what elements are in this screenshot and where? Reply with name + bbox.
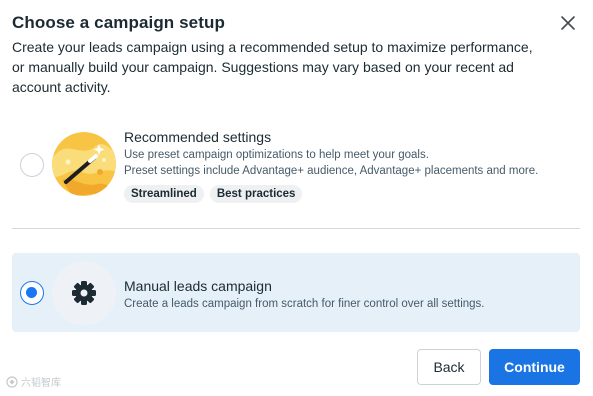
dialog-description: Create your leads campaign using a recom… <box>12 39 533 95</box>
radio-selected-dot <box>26 287 37 298</box>
watermark-logo-icon <box>6 375 18 388</box>
manual-description: Create a leads campaign from scratch for… <box>124 298 485 310</box>
back-button[interactable]: Back <box>417 349 481 385</box>
watermark: 六韬智库 <box>6 374 61 389</box>
campaign-setup-dialog: Choose a campaign setup Create your lead… <box>0 0 593 396</box>
close-icon[interactable] <box>559 14 577 32</box>
magic-wand-icon <box>52 132 116 196</box>
watermark-text: 六韬智库 <box>21 378 61 389</box>
dialog-title: Choose a campaign setup <box>12 13 225 32</box>
recommended-description: Use preset campaign optimizations to hel… <box>124 147 580 179</box>
continue-button[interactable]: Continue <box>489 349 580 385</box>
recommended-radio[interactable] <box>20 153 44 177</box>
option-recommended-settings[interactable]: Recommended settings Use preset campaign… <box>12 118 580 214</box>
manual-radio[interactable] <box>20 281 44 305</box>
divider <box>12 228 580 229</box>
gear-icon <box>52 261 116 325</box>
recommended-tags: Streamlined Best practices <box>124 185 303 203</box>
recommended-description-line-2: Preset settings include Advantage+ audie… <box>124 165 539 177</box>
option-manual-leads-campaign[interactable]: Manual leads campaign Create a leads cam… <box>12 253 580 332</box>
recommended-description-line-1: Use preset campaign optimizations to hel… <box>124 149 429 161</box>
tag-best-practices: Best practices <box>209 185 303 203</box>
recommended-title: Recommended settings <box>124 129 272 145</box>
manual-title: Manual leads campaign <box>124 278 272 294</box>
tag-streamlined: Streamlined <box>124 185 204 203</box>
